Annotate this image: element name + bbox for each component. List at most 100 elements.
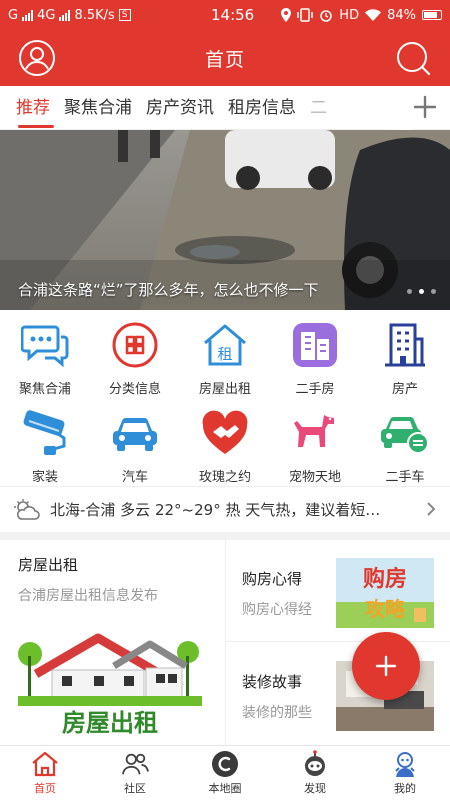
tabbar-label: 社区 — [124, 782, 146, 795]
weather-text: 北海-合浦 多云 22°~29° 热 天气热，建议着短… — [50, 501, 381, 519]
grid-label: 二手车 — [385, 470, 425, 485]
image-text: 房屋出租 — [62, 709, 158, 737]
image-text: 购房 — [363, 566, 407, 592]
channel-tabs: 推荐 聚焦合浦 房产资讯 租房信息 二 — [0, 86, 450, 130]
battery-icon — [422, 10, 442, 20]
user-icon — [19, 40, 55, 76]
status-left: G 4G 8.5K/s S — [8, 8, 183, 23]
grid-label: 汽车 — [121, 470, 148, 485]
tabbar-community[interactable]: 社区 — [90, 746, 180, 800]
grid-item-home-decor[interactable]: 家装 — [0, 398, 90, 486]
card-house-rent[interactable]: 房屋出租 合浦房屋出租信息发布 房屋出租 — [0, 540, 226, 745]
astronaut-icon — [305, 750, 325, 776]
chevron-right-icon — [427, 502, 436, 516]
grid-item-house-rent[interactable]: 租 房屋出租 — [180, 310, 270, 398]
grid-item-real-estate[interactable]: 房产 — [360, 310, 450, 398]
hd-label: HD — [339, 7, 360, 23]
carousel-dot — [431, 289, 436, 294]
house-rent-icon: 租 — [204, 324, 246, 366]
house-rent-image: 房屋出租 — [18, 616, 202, 745]
search-icon — [396, 42, 431, 76]
tabbar-label: 首页 — [34, 782, 56, 795]
banner-caption: 合浦这条路“烂”了那么多年，怎么也不修一下 — [18, 281, 319, 299]
tabbar-mine[interactable]: 我的 — [360, 746, 450, 800]
battery-label: 84% — [387, 7, 416, 23]
alarm-icon — [320, 10, 333, 22]
car-icon — [113, 417, 157, 451]
add-channel-icon[interactable] — [412, 94, 438, 120]
category-icon — [112, 322, 158, 368]
bottom-tab-bar: 首页 社区 本地圈 发现 我的 — [0, 745, 450, 800]
grid-label: 宠物天地 — [288, 470, 341, 485]
carousel-dot-active — [419, 289, 424, 294]
speed-label: 8.5K/s — [74, 7, 115, 23]
sim-badge: S — [118, 9, 131, 21]
local-circle-icon — [212, 751, 238, 777]
people-icon — [121, 753, 149, 775]
status-right: HD 84% — [281, 8, 442, 23]
tab-recommend[interactable]: 推荐 — [0, 86, 64, 130]
card-subtitle: 合浦房屋出租信息发布 — [18, 588, 158, 604]
svg-text:租: 租 — [217, 345, 232, 363]
grid-item-secondhand-house[interactable]: 二手房 — [270, 310, 360, 398]
grid-label: 分类信息 — [108, 382, 161, 397]
grid-item-pets[interactable]: 宠物天地 — [270, 398, 360, 486]
grid-item-rose-date[interactable]: 玫瑰之约 — [180, 398, 270, 486]
grid-label: 聚焦合浦 — [18, 382, 71, 397]
tab-secondhand[interactable]: 二 — [310, 86, 332, 130]
app-header: 首页 — [0, 30, 450, 86]
tabbar-label: 发现 — [304, 782, 326, 795]
carousel-dots — [407, 289, 436, 294]
search-button[interactable] — [394, 39, 432, 77]
buying-guide-image: 购房 攻略 — [336, 558, 434, 628]
wifi-icon — [365, 9, 382, 21]
tabbar-home[interactable]: 首页 — [0, 746, 90, 800]
tabbar-local-circle[interactable]: 本地圈 — [180, 746, 270, 800]
grid-label: 房屋出租 — [198, 382, 251, 397]
grid-label: 二手房 — [295, 382, 335, 397]
user-profile-button[interactable] — [18, 39, 56, 77]
building-icon — [385, 323, 425, 367]
network-label: 4G — [37, 7, 56, 23]
tab-real-estate-news[interactable]: 房产资讯 — [146, 86, 228, 130]
tabbar-label: 本地圈 — [208, 782, 242, 795]
grid-label: 房产 — [391, 382, 418, 397]
section-divider — [0, 532, 450, 540]
plus-icon — [375, 655, 397, 677]
tabbar-discover[interactable]: 发现 — [270, 746, 360, 800]
add-post-button[interactable] — [352, 632, 420, 700]
grid-item-classified[interactable]: 分类信息 — [90, 310, 180, 398]
buildings-purple-icon — [293, 323, 337, 367]
location-icon — [281, 8, 292, 22]
category-grid: 聚焦合浦 分类信息 租 房屋出租 二手房 房产 家装 汽车 玫瑰之约 宠物天地 … — [0, 310, 450, 486]
status-time: 14:56 — [211, 6, 255, 24]
dog-icon — [294, 415, 334, 447]
handshake-heart-icon — [202, 410, 248, 454]
signal-icon-2 — [59, 9, 71, 21]
tab-rental-info[interactable]: 租房信息 — [228, 86, 310, 130]
tab-focus-hepu[interactable]: 聚焦合浦 — [64, 86, 146, 130]
vibrate-icon — [297, 8, 314, 22]
chat-bubbles-icon — [21, 325, 69, 367]
grid-item-used-car[interactable]: 二手车 — [360, 398, 450, 486]
paint-roller-icon — [23, 410, 66, 455]
weather-bar[interactable]: 北海-合浦 多云 22°~29° 热 天气热，建议着短… — [0, 486, 450, 532]
profile-mascot-icon — [395, 752, 415, 777]
grid-label: 玫瑰之约 — [198, 470, 251, 485]
signal-icon — [22, 9, 34, 21]
carrier-label: G — [8, 7, 19, 23]
tabs-fade — [382, 86, 412, 130]
page-title: 首页 — [204, 48, 245, 71]
tabbar-label: 我的 — [394, 782, 416, 795]
grid-label: 家装 — [31, 470, 58, 485]
home-icon — [32, 751, 58, 777]
grid-item-focus-hepu[interactable]: 聚焦合浦 — [0, 310, 90, 398]
news-banner[interactable]: 合浦这条路“烂”了那么多年，怎么也不修一下 — [0, 130, 450, 310]
carousel-dot — [407, 289, 412, 294]
cloudy-icon — [14, 498, 40, 520]
grid-item-car[interactable]: 汽车 — [90, 398, 180, 486]
card-title: 房屋出租 — [18, 556, 79, 574]
image-text: 攻略 — [365, 597, 406, 621]
card-house-buying-tips[interactable]: 购房心得 购房心得经 购房 攻略 — [226, 540, 450, 642]
status-bar: G 4G 8.5K/s S 14:56 HD 84% — [0, 0, 450, 30]
